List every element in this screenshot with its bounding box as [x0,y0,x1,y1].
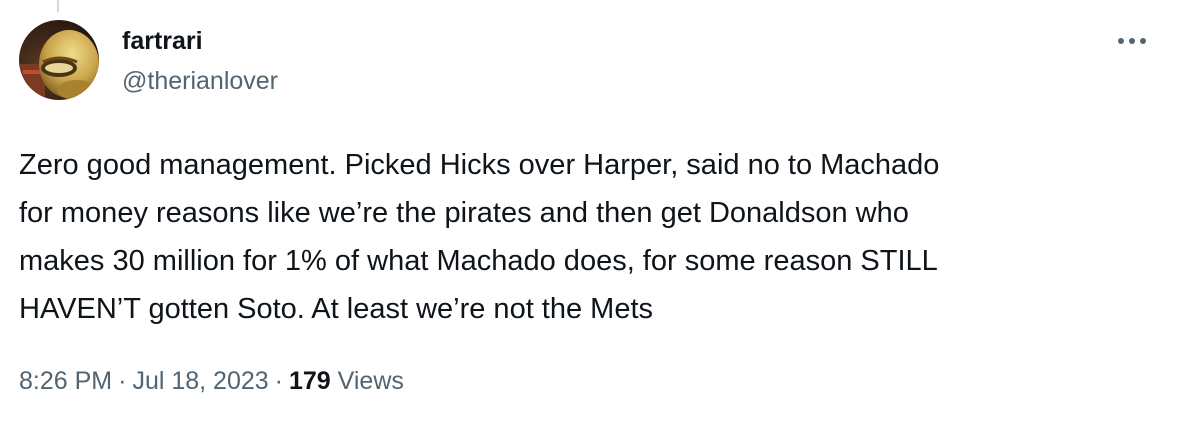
author-display-name[interactable]: fartrari [122,26,203,56]
thread-connector-line [57,0,59,12]
views-count[interactable]: 179 [289,367,331,395]
avatar-cartoon-character-icon [19,20,99,100]
tweet-date[interactable]: Jul 18, 2023 [132,367,268,395]
tweet-text: Zero good management. Picked Hicks over … [19,149,940,325]
meta-separator: · [118,367,127,395]
more-options-button[interactable] [1110,26,1154,56]
more-options-icon [1118,38,1146,44]
tweet-metadata: 8:26 PM · Jul 18, 2023 · 179 Views [19,364,404,398]
meta-separator: · [274,367,283,395]
views-label[interactable]: Views [338,367,404,395]
author-handle[interactable]: @therianlover [122,66,278,96]
author-avatar[interactable] [19,20,99,100]
tweet-time[interactable]: 8:26 PM [19,367,112,395]
